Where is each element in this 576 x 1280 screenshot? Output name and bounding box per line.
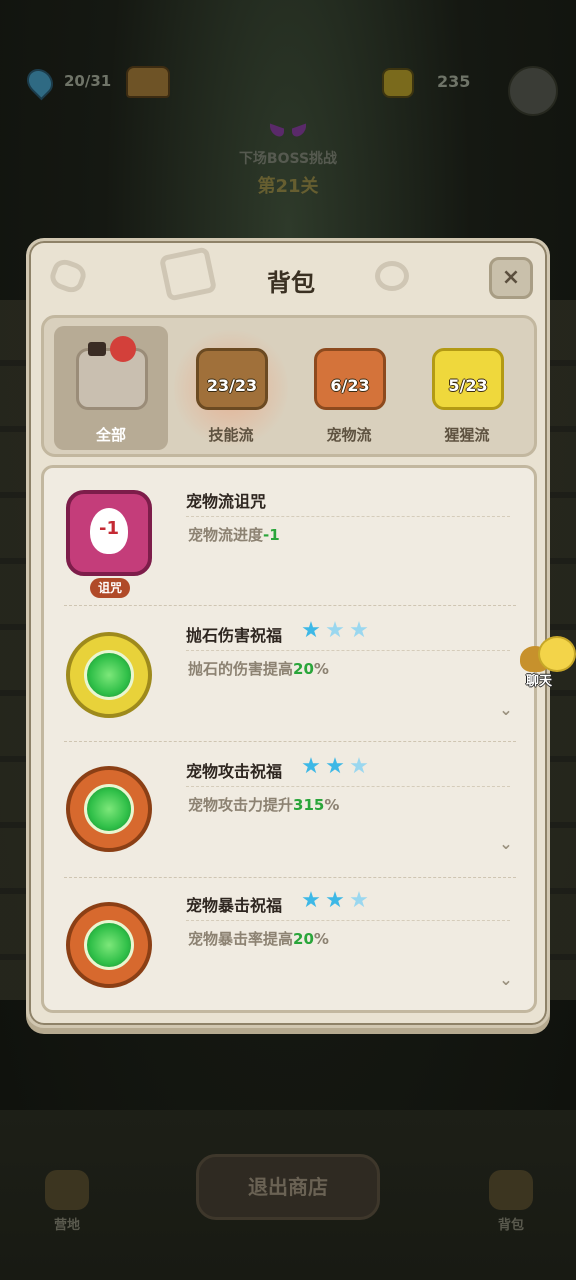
filter-tabs: 全部 23/23 技能流 6/23 宠物流 5/23 猩猩流 bbox=[41, 315, 537, 457]
tab-skill[interactable]: 23/23 技能流 bbox=[174, 326, 288, 450]
location-pin-icon bbox=[21, 63, 59, 101]
wolf-icon bbox=[84, 784, 134, 834]
curse-icon-value: -1 bbox=[99, 518, 119, 539]
tab-pet[interactable]: 6/23 宠物流 bbox=[292, 326, 406, 450]
divider bbox=[186, 516, 510, 517]
star-rating: ★ ★ ★ bbox=[300, 620, 370, 642]
pet-curse-icon: -1 bbox=[66, 490, 152, 576]
boss-eyes-icon bbox=[270, 126, 306, 142]
item-list[interactable]: -1 诅咒 宠物流诅咒 宠物流进度-1 抛石伤害祝福 ★ ★ ★ 抛石的伤害提高 bbox=[41, 465, 537, 1013]
item-description: 宠物暴击率提高20% bbox=[188, 930, 329, 948]
nav-camp[interactable]: 营地 bbox=[32, 1170, 102, 1240]
star-icon: ★ bbox=[325, 754, 345, 779]
profile-avatar-icon[interactable] bbox=[508, 66, 558, 116]
top-hud: 20/31 235 bbox=[0, 60, 576, 116]
star-icon: ★ bbox=[325, 888, 345, 913]
tab-skill-label: 技能流 bbox=[208, 426, 254, 444]
tab-pet-count: 6/23 bbox=[330, 376, 370, 395]
item-name: 宠物攻击祝福 bbox=[186, 762, 283, 781]
modal-title: 背包 bbox=[267, 269, 315, 297]
star-icon: ★ bbox=[349, 754, 369, 779]
item-name: 抛石伤害祝福 bbox=[186, 626, 283, 645]
star-rating: ★ ★ ★ bbox=[300, 756, 370, 778]
pet-attack-icon bbox=[66, 766, 152, 852]
tab-ape[interactable]: 5/23 猩猩流 bbox=[410, 326, 524, 450]
backpack-icon bbox=[489, 1170, 533, 1210]
stone-blessing-icon bbox=[66, 632, 152, 718]
chat-label: 聊天 bbox=[526, 674, 553, 689]
expand-chevron-icon[interactable]: ⌄ bbox=[496, 834, 516, 854]
list-item[interactable]: 宠物暴击祝福 ★ ★ ★ 宠物暴击率提高20% ⌄ bbox=[44, 878, 534, 1010]
star-icon: ★ bbox=[301, 888, 321, 913]
star-icon: ★ bbox=[349, 888, 369, 913]
star-icon: ★ bbox=[301, 754, 321, 779]
coin-count: 235 bbox=[437, 72, 471, 91]
tab-ape-label: 猩猩流 bbox=[444, 426, 490, 444]
expand-chevron-icon[interactable]: ⌄ bbox=[496, 970, 516, 990]
nav-bag[interactable]: 背包 bbox=[476, 1170, 546, 1240]
list-item[interactable]: 抛石伤害祝福 ★ ★ ★ 抛石的伤害提高20% ⌄ bbox=[44, 606, 534, 742]
tab-pet-label: 宠物流 bbox=[326, 426, 372, 444]
bottom-navigation: 营地 退出商店 背包 bbox=[0, 1110, 576, 1280]
pet-crit-icon bbox=[66, 902, 152, 988]
location-progress: 20/31 bbox=[64, 72, 112, 90]
item-description: 抛石的伤害提高20% bbox=[188, 660, 329, 678]
tab-ape-count: 5/23 bbox=[448, 376, 488, 395]
star-icon: ★ bbox=[349, 618, 369, 643]
divider bbox=[186, 650, 510, 651]
item-name: 宠物暴击祝福 bbox=[186, 896, 283, 915]
tab-skill-count: 23/23 bbox=[206, 376, 258, 395]
exit-shop-button[interactable]: 退出商店 bbox=[196, 1154, 380, 1220]
stone-throw-icon bbox=[84, 650, 134, 700]
tab-all[interactable]: 全部 bbox=[54, 326, 168, 450]
curse-tag: 诅咒 bbox=[90, 578, 130, 598]
coin-icon bbox=[382, 68, 414, 98]
nav-camp-label: 营地 bbox=[53, 1218, 80, 1233]
list-item[interactable]: -1 诅咒 宠物流诅咒 宠物流进度-1 bbox=[44, 468, 534, 606]
close-button[interactable]: × bbox=[489, 257, 533, 299]
pets-basket-icon bbox=[84, 336, 140, 366]
divider bbox=[186, 786, 510, 787]
item-description: 宠物流进度-1 bbox=[188, 526, 280, 544]
tab-all-label: 全部 bbox=[95, 426, 126, 444]
camp-icon bbox=[45, 1170, 89, 1210]
divider bbox=[186, 920, 510, 921]
chat-button[interactable]: 聊天 bbox=[518, 636, 576, 692]
boss-challenge-title: 下场BOSS挑战 bbox=[238, 151, 338, 167]
list-item[interactable]: 宠物攻击祝福 ★ ★ ★ 宠物攻击力提升315% ⌄ bbox=[44, 742, 534, 878]
star-rating: ★ ★ ★ bbox=[300, 890, 370, 912]
star-icon: ★ bbox=[325, 618, 345, 643]
wolf-crit-icon bbox=[84, 920, 134, 970]
star-icon: ★ bbox=[301, 618, 321, 643]
backpack-modal: 背包 × 全部 23/23 技能流 6/23 宠物流 5/23 猩猩流 -1 诅… bbox=[26, 238, 550, 1028]
item-description: 宠物攻击力提升315% bbox=[188, 796, 340, 814]
boss-stage-label: 第21关 bbox=[257, 176, 319, 197]
chat-bubble-icon bbox=[538, 636, 576, 672]
nav-bag-label: 背包 bbox=[497, 1218, 524, 1233]
expand-chevron-icon[interactable]: ⌄ bbox=[496, 700, 516, 720]
item-name: 宠物流诅咒 bbox=[186, 492, 267, 511]
treasure-chest-icon[interactable] bbox=[126, 66, 170, 98]
